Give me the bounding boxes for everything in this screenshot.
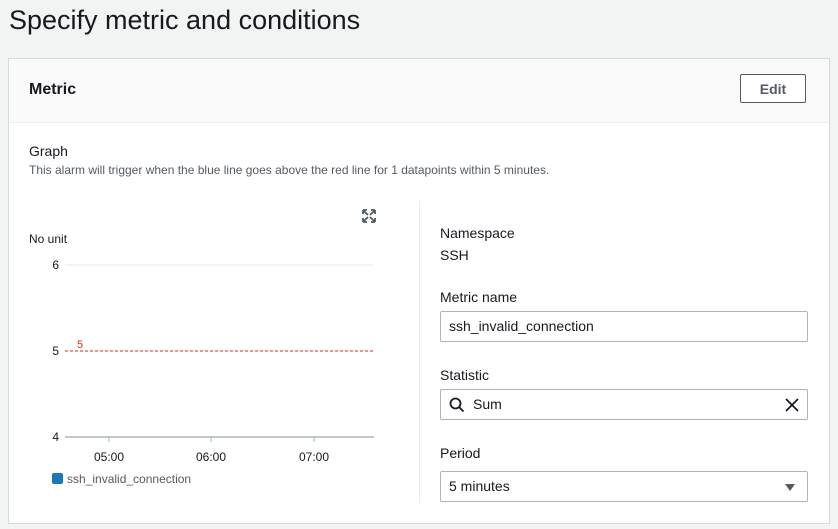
- period-value: 5 minutes: [449, 478, 510, 494]
- x-tick-label: 06:00: [196, 450, 226, 464]
- y-tick-label: 5: [52, 344, 59, 358]
- threshold-label: 5: [77, 339, 83, 351]
- y-tick-label: 4: [52, 430, 59, 444]
- metric-name-value: ssh_invalid_connection: [449, 318, 594, 334]
- x-tick-label: 05:00: [94, 450, 124, 464]
- y-axis-label: No unit: [29, 232, 68, 246]
- y-tick-label: 6: [52, 258, 59, 272]
- metric-name-label: Metric name: [440, 289, 518, 305]
- statistic-search-field[interactable]: Sum: [440, 389, 808, 420]
- panel-divider: [419, 201, 420, 503]
- metric-chart: No unit 6 5 4 05:00 06:00 07:00 5: [29, 232, 374, 464]
- expand-icon[interactable]: [361, 208, 377, 224]
- search-icon: [449, 397, 465, 413]
- chart-legend: ssh_invalid_connection: [52, 471, 191, 487]
- metric-name-field[interactable]: ssh_invalid_connection: [440, 311, 808, 342]
- namespace-label: Namespace: [440, 225, 515, 241]
- page-title: Specify metric and conditions: [9, 5, 361, 35]
- period-label: Period: [440, 445, 481, 461]
- metric-panel: Metric Edit Graph This alarm will trigge…: [8, 58, 830, 524]
- statistic-label: Statistic: [440, 367, 490, 383]
- statistic-value: Sum: [473, 396, 502, 412]
- chevron-down-icon: [785, 484, 795, 491]
- namespace-value: SSH: [440, 247, 469, 263]
- legend-label: ssh_invalid_connection: [67, 472, 192, 486]
- edit-button[interactable]: Edit: [740, 74, 806, 103]
- clear-icon[interactable]: [784, 397, 800, 413]
- period-select[interactable]: 5 minutes: [440, 471, 808, 502]
- legend-swatch: [52, 473, 63, 484]
- x-tick-label: 07:00: [299, 450, 329, 464]
